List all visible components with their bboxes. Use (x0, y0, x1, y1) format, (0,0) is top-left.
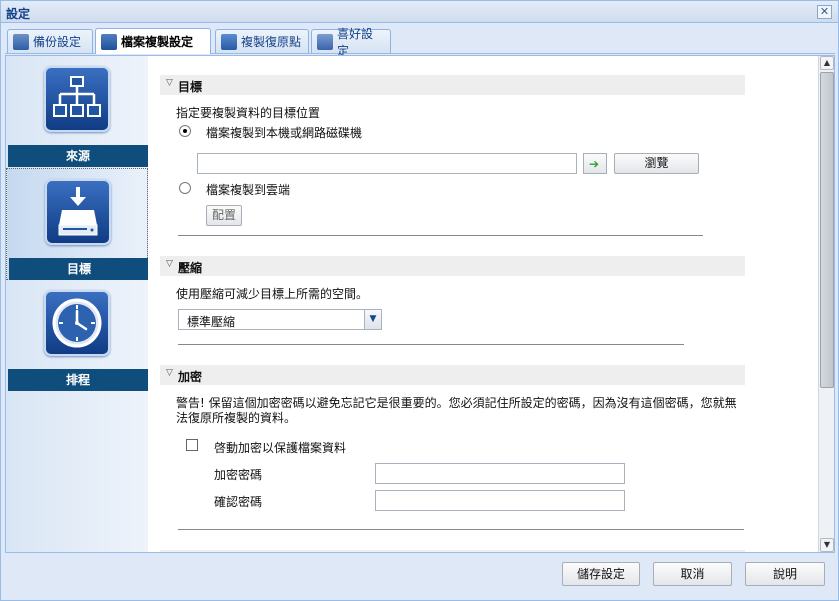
scrollbar-thumb[interactable] (820, 72, 834, 388)
chevron-down-icon[interactable]: ▼ (364, 310, 381, 329)
encryption-warning: 警告! 保留這個加密密碼以避免忘記它是很重要的。您必須記住所設定的密碼，因為沒有… (176, 396, 737, 425)
compression-selected-value: 標準壓縮 (187, 315, 236, 329)
confirm-password-label: 確認密碼 (214, 495, 263, 509)
browse-button[interactable]: 瀏覽 (614, 153, 699, 174)
sidebar-item-label: 來源 (8, 145, 148, 167)
collapse-triangle-icon: ▽ (166, 368, 173, 378)
title-bar: 設定 ✕ (1, 1, 838, 23)
clock-schedule-icon (44, 290, 110, 356)
compression-select[interactable]: 標準壓縮 ▼ (178, 309, 382, 330)
close-icon[interactable]: ✕ (817, 5, 832, 19)
help-button[interactable]: 說明 (745, 562, 825, 586)
tab-label: 備份設定 (33, 35, 82, 49)
sidebar-item-destination[interactable]: 目標 (6, 168, 149, 280)
collapse-triangle-icon: ▽ (166, 259, 173, 269)
compression-description: 使用壓縮可減少目標上所需的空間。 (176, 287, 369, 301)
tab-file-copy-settings[interactable]: 檔案複製設定 (95, 28, 211, 54)
section-divider (178, 235, 703, 236)
window-title: 設定 (6, 7, 31, 21)
section-compression-header[interactable]: ▽ 壓縮 (160, 256, 745, 276)
save-settings-button[interactable]: 儲存設定 (562, 562, 640, 586)
scroll-down-icon[interactable]: ▼ (820, 538, 834, 552)
password-field[interactable] (375, 463, 625, 484)
tab-copy-recovery-point[interactable]: 複製復原點 (215, 29, 309, 53)
password-label: 加密密碼 (214, 468, 263, 482)
green-arrow-icon: ➔ (589, 157, 600, 171)
sidebar-item-source[interactable]: 來源 (6, 56, 148, 168)
tab-backup-settings[interactable]: 備份設定 (7, 29, 93, 53)
section-title: 加密 (178, 370, 203, 384)
network-source-icon (44, 66, 110, 132)
tab-preferences[interactable]: 喜好設定 (311, 27, 391, 58)
section-encryption-header[interactable]: ▽ 加密 (160, 365, 745, 385)
drive-destination-icon (45, 179, 111, 245)
file-copy-icon (101, 33, 117, 50)
dialog-footer: 儲存設定 取消 說明 (1, 553, 838, 600)
tab-label: 喜好設定 (337, 26, 374, 58)
sidebar-item-label: 目標 (9, 258, 149, 280)
tab-label: 檔案複製設定 (121, 35, 194, 49)
settings-body: 來源 目標 排程 ▽ 目標 指定要複製資料的目標位置 檔案複製到本機或網路磁碟機… (5, 55, 835, 553)
settings-content: ▽ 目標 指定要複製資料的目標位置 檔案複製到本機或網路磁碟機 ➔ 瀏覽 檔案複… (148, 56, 818, 552)
collapse-triangle-icon: ▽ (166, 78, 173, 88)
enable-encryption-label: 啓動加密以保護檔案資料 (214, 441, 347, 455)
recovery-point-icon (221, 33, 237, 50)
backup-icon (13, 33, 29, 50)
section-divider (178, 529, 744, 530)
vertical-scrollbar[interactable]: ▲ ▼ (818, 56, 834, 552)
cancel-button[interactable]: 取消 (653, 562, 732, 586)
radio-local-network-label: 檔案複製到本機或網路磁碟機 (206, 126, 363, 140)
radio-cloud[interactable] (179, 182, 191, 194)
radio-cloud-label: 檔案複製到雲端 (206, 183, 291, 197)
enable-encryption-checkbox[interactable] (186, 439, 198, 451)
tab-label: 複製復原點 (241, 35, 302, 49)
scroll-up-icon[interactable]: ▲ (820, 56, 834, 70)
settings-window: 設定 ✕ 備份設定 檔案複製設定 複製復原點 喜好設定 來源 目標 排程 ▽ 目… (0, 0, 839, 601)
sidebar: 來源 目標 排程 (6, 56, 149, 552)
destination-description: 指定要複製資料的目標位置 (176, 106, 321, 120)
confirm-password-field[interactable] (375, 490, 625, 511)
sidebar-item-label: 排程 (8, 369, 148, 391)
section-title: 目標 (178, 80, 203, 94)
section-divider (178, 344, 684, 345)
go-button[interactable]: ➔ (583, 153, 607, 174)
destination-path-input[interactable] (197, 153, 577, 174)
configure-button[interactable]: 配置 (206, 205, 242, 226)
tab-strip: 備份設定 檔案複製設定 複製復原點 喜好設定 (5, 27, 835, 58)
section-destination-header[interactable]: ▽ 目標 (160, 75, 745, 95)
section-title: 壓縮 (178, 261, 203, 275)
next-section-header (160, 550, 745, 552)
radio-local-network[interactable] (179, 125, 191, 137)
gear-icon (317, 33, 333, 50)
sidebar-item-schedule[interactable]: 排程 (6, 280, 148, 392)
